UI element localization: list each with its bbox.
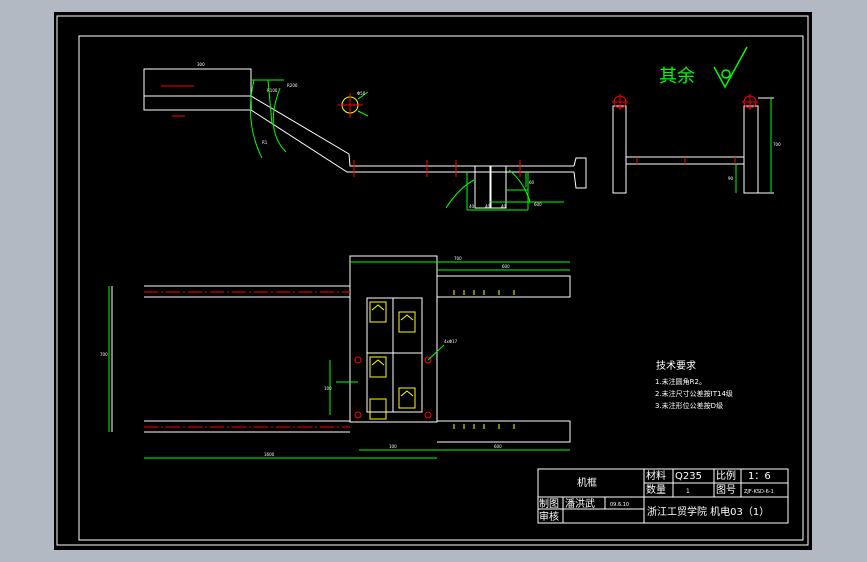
plan-view-ticks [453,290,515,429]
svg-text:4xΦ17: 4xΦ17 [444,339,458,344]
svg-text:100: 100 [389,444,397,449]
title-block-text: 机框 材料 Q235 比例 1：6 数量 1 图号 ZJF-KSD-6-1 制图… [539,469,774,523]
svg-text:60: 60 [529,180,535,185]
plan-view-dimensions [108,261,570,459]
end-view-centerlines [612,94,758,164]
surface-roughness-note: 其余 [659,46,748,89]
svg-text:100: 100 [324,386,332,391]
cad-viewport[interactable]: 300 R100 R200 Φ50 R1 40 40 40 600 60 其余 [54,12,812,550]
drawn-name: 潘洪武 [565,497,595,510]
roughness-symbol-icon [713,46,748,89]
quantity-label: 数量 [646,483,666,496]
svg-text:600: 600 [494,444,502,449]
svg-text:700: 700 [454,256,462,261]
drawn-date: 09.6.10 [610,502,629,508]
side-view-centerlines [161,85,521,177]
svg-text:R100: R100 [267,88,278,93]
svg-text:700: 700 [773,142,781,147]
svg-text:600: 600 [534,202,542,207]
drawing-no-label: 图号 [716,484,736,496]
technical-requirements: 技术要求 1.未注圆角R2。 2.未注尺寸公差按IT14级 3.未注形位公差按D… [655,359,733,410]
tech-req-item-1: 1.未注圆角R2。 [655,377,706,386]
inner-border [78,35,804,541]
side-view-dimensions [249,79,564,211]
svg-text:90: 90 [728,176,734,181]
tech-req-title: 技术要求 [656,359,696,372]
plan-view-centerlines [144,291,350,428]
svg-text:40: 40 [501,204,507,209]
svg-text:600: 600 [502,264,510,269]
plan-view [111,255,571,443]
tech-req-item-2: 2.未注尺寸公差按IT14级 [655,389,733,398]
quantity-value: 1 [686,488,690,495]
drawn-label: 制图 [539,497,559,510]
tech-req-item-3: 3.未注形位公差按D级 [655,401,723,410]
svg-text:300: 300 [197,62,205,67]
svg-text:1600: 1600 [264,452,275,457]
svg-text:Φ50: Φ50 [357,91,366,96]
svg-text:40: 40 [485,204,491,209]
svg-text:R200: R200 [287,83,298,88]
svg-text:R1: R1 [262,140,268,145]
material-value: Q235 [675,471,702,482]
review-label: 审核 [539,510,559,523]
part-name: 机框 [577,476,597,489]
scale-label: 比例 [716,469,736,482]
end-view [612,97,774,194]
svg-text:40: 40 [469,204,475,209]
outer-border [56,15,809,546]
scale-value: 1：6 [748,471,771,482]
svg-text:700: 700 [100,352,108,357]
school-name: 浙江工贸学院 机电03（1） [647,505,769,518]
surface-note-text: 其余 [659,66,695,87]
drawing-no-value: ZJF-KSD-6-1 [744,489,774,495]
drawing-sheet: 300 R100 R200 Φ50 R1 40 40 40 600 60 其余 [56,15,809,546]
material-label: 材料 [646,469,666,482]
side-view [143,68,587,209]
